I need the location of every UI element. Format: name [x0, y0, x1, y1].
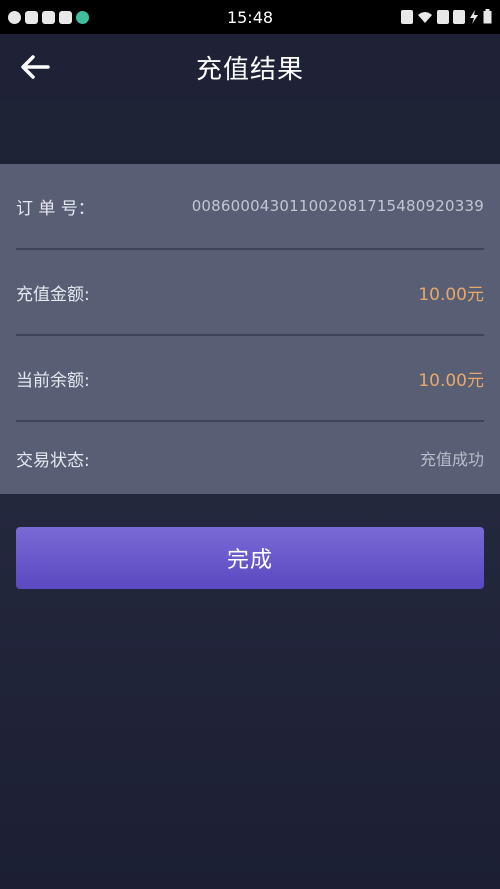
back-button[interactable]	[20, 49, 60, 85]
order-number-value: 0086000430110020817154809203­39	[191, 197, 484, 215]
current-balance-row: 当前余额: 10.00元	[16, 336, 484, 422]
battery-icon	[483, 9, 492, 24]
transaction-status-label: 交易状态:	[16, 450, 90, 471]
wifi-icon	[418, 11, 432, 23]
signal-icon	[453, 9, 465, 24]
signal-icon	[437, 9, 449, 24]
recharge-amount-value: 10.00元	[418, 284, 484, 305]
current-balance-label: 当前余额:	[16, 370, 90, 391]
app-bar: 充值结果	[0, 34, 500, 100]
transaction-status-value: 充值成功	[419, 450, 484, 469]
arrow-left-icon	[21, 55, 50, 79]
status-bar: 15:48	[0, 0, 500, 34]
recharge-amount-label: 充值金额:	[16, 284, 90, 305]
order-number-label: 订 单 号：	[16, 198, 95, 219]
header-spacer	[0, 100, 500, 164]
nfc-icon	[401, 9, 413, 24]
transaction-status-row: 交易状态: 充值成功	[16, 422, 484, 494]
current-balance-value: 10.00元	[418, 370, 484, 391]
charging-icon	[470, 9, 478, 24]
page-title: 充值结果	[195, 54, 304, 85]
recharge-amount-row: 充值金额: 10.00元	[16, 250, 484, 336]
result-details: 订 单 号： 0086000430110020817154809203­39 充…	[0, 164, 500, 494]
system-icons	[401, 9, 492, 24]
order-number-row: 订 单 号： 0086000430110020817154809203­39	[16, 164, 484, 250]
done-button[interactable]: 完成	[16, 527, 484, 589]
